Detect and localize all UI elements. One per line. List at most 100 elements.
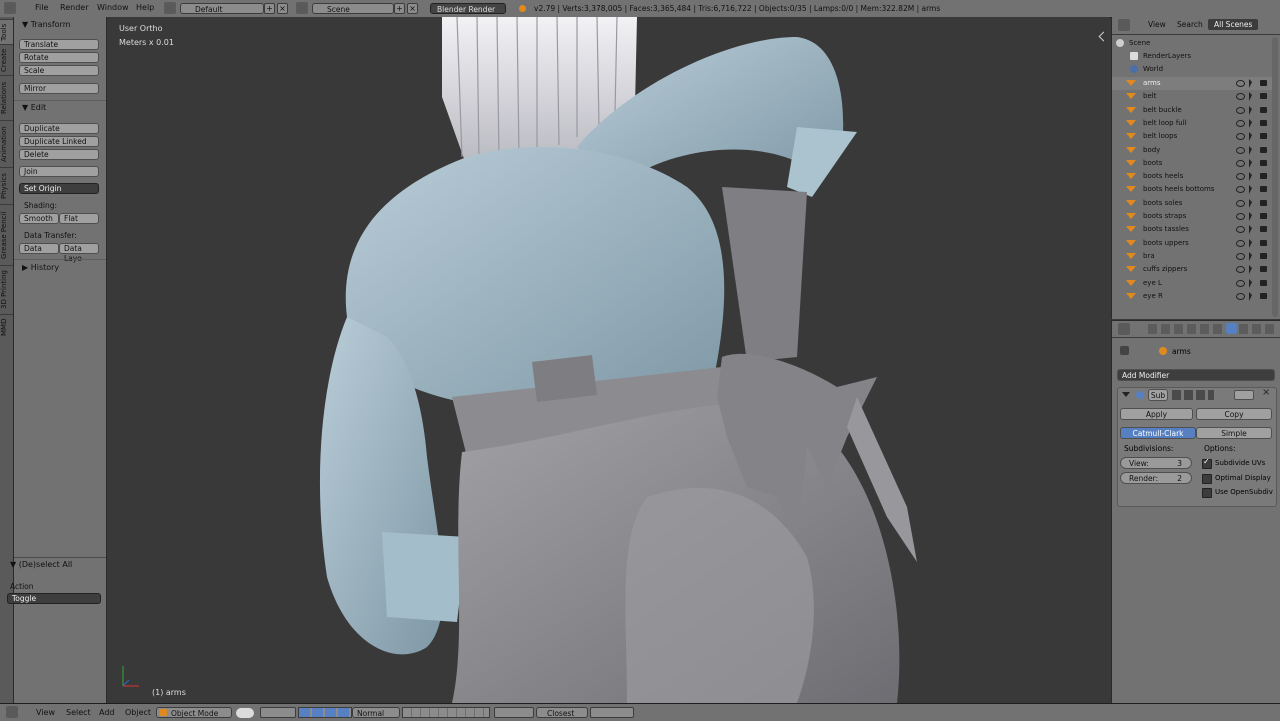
outliner-object-row[interactable]: boots straps xyxy=(1112,210,1272,223)
scene-field[interactable]: Scene xyxy=(312,3,394,14)
join-button[interactable]: Join xyxy=(19,166,99,177)
deselect-all-header[interactable]: ▼ (De)select All xyxy=(10,560,72,569)
screen-layout-icon[interactable] xyxy=(164,2,176,14)
menu-render[interactable]: Render xyxy=(60,3,88,12)
outliner-object-row[interactable]: eye R xyxy=(1112,290,1272,303)
snap-target-select[interactable]: Closest xyxy=(536,707,588,718)
outliner-object-row[interactable]: belt xyxy=(1112,90,1272,103)
scale-button[interactable]: Scale xyxy=(19,65,99,76)
remove-modifier-icon[interactable]: × xyxy=(1262,387,1270,398)
selectability-cursor-icon[interactable] xyxy=(1249,291,1252,301)
visibility-eye-icon[interactable] xyxy=(1236,106,1245,114)
subdivide-uvs-checkbox[interactable]: ✓ xyxy=(1202,457,1212,469)
history-header[interactable]: ▶ History xyxy=(22,263,59,272)
outliner-scrollbar[interactable] xyxy=(1272,37,1278,317)
selectability-cursor-icon[interactable] xyxy=(1249,251,1252,261)
info-editor-icon[interactable] xyxy=(4,2,16,14)
render-camera-icon[interactable] xyxy=(1260,279,1267,286)
transform-header[interactable]: ▼ Transform xyxy=(22,20,71,29)
tab-physics[interactable]: Physics xyxy=(0,167,13,204)
layout-field[interactable]: Default xyxy=(180,3,264,14)
render-camera-icon[interactable] xyxy=(1260,93,1267,100)
outliner-object-row[interactable]: bra xyxy=(1112,250,1272,263)
duplicate-button[interactable]: Duplicate xyxy=(19,123,99,134)
interaction-mode-select[interactable]: Object Mode xyxy=(156,707,232,718)
view-levels-field[interactable]: View: 3 xyxy=(1120,457,1192,469)
selectability-cursor-icon[interactable] xyxy=(1249,145,1252,155)
collapse-icon[interactable] xyxy=(1122,392,1130,397)
outliner-world-row[interactable]: World xyxy=(1112,63,1272,76)
render-camera-icon[interactable] xyxy=(1260,199,1267,206)
tab-3d-printing[interactable]: 3D Printing xyxy=(0,265,13,314)
move-modifier-buttons[interactable] xyxy=(1234,390,1254,400)
outliner-object-row[interactable]: boots uppers xyxy=(1112,237,1272,250)
selectability-cursor-icon[interactable] xyxy=(1249,105,1252,115)
menu-window[interactable]: Window xyxy=(97,3,129,12)
simple-option[interactable]: Simple xyxy=(1196,427,1272,439)
selectability-cursor-icon[interactable] xyxy=(1249,172,1252,182)
modifier-tab-icon[interactable] xyxy=(1226,323,1237,334)
render-camera-icon[interactable] xyxy=(1260,226,1267,233)
add-modifier-select[interactable]: Add Modifier xyxy=(1117,369,1275,381)
visibility-eye-icon[interactable] xyxy=(1236,279,1245,287)
selectability-cursor-icon[interactable] xyxy=(1249,132,1252,142)
selectability-cursor-icon[interactable] xyxy=(1249,118,1252,128)
selectability-cursor-icon[interactable] xyxy=(1249,212,1252,221)
scene-icon[interactable] xyxy=(296,2,308,14)
3d-viewport[interactable]: User Ortho Meters x 0.01 (1) arms xyxy=(107,17,1110,703)
visibility-eye-icon[interactable] xyxy=(1236,292,1245,300)
outliner-object-row[interactable]: boots heels xyxy=(1112,170,1272,183)
character-model-render[interactable] xyxy=(107,17,1110,703)
selectability-cursor-icon[interactable] xyxy=(1249,225,1252,235)
render-camera-icon[interactable] xyxy=(1260,213,1267,219)
use-opensubdiv-checkbox[interactable] xyxy=(1202,488,1212,498)
selectability-cursor-icon[interactable] xyxy=(1249,198,1252,208)
outliner-renderlayers-row[interactable]: RenderLayers xyxy=(1112,50,1272,63)
render-buttons[interactable] xyxy=(590,707,634,718)
visibility-eye-icon[interactable] xyxy=(1236,119,1245,127)
menu-select[interactable]: Select xyxy=(66,708,91,717)
menu-help[interactable]: Help xyxy=(136,3,154,12)
visibility-eye-icon[interactable] xyxy=(1236,159,1245,167)
tab-create[interactable]: Create xyxy=(0,44,13,75)
outliner-object-row[interactable]: eye L xyxy=(1112,277,1272,290)
render-camera-icon[interactable] xyxy=(1260,106,1267,113)
visibility-eye-icon[interactable] xyxy=(1236,133,1245,141)
tab-tools[interactable]: Tools xyxy=(0,19,13,44)
selectability-cursor-icon[interactable] xyxy=(1249,158,1252,168)
selectability-cursor-icon[interactable] xyxy=(1249,238,1252,248)
selectability-cursor-icon[interactable] xyxy=(1249,92,1252,102)
remove-scene-button[interactable]: × xyxy=(407,3,418,14)
render-camera-icon[interactable] xyxy=(1260,146,1267,153)
transform-orientation-select[interactable]: Normal xyxy=(352,707,400,718)
menu-add[interactable]: Add xyxy=(99,708,115,717)
smooth-button[interactable]: Smooth xyxy=(19,213,59,224)
render-camera-icon[interactable] xyxy=(1260,292,1267,299)
copy-button[interactable]: Copy xyxy=(1196,408,1272,420)
layer-buttons[interactable] xyxy=(402,707,490,718)
selectability-cursor-icon[interactable] xyxy=(1249,265,1252,275)
render-camera-icon[interactable] xyxy=(1260,173,1267,180)
flat-button[interactable]: Flat xyxy=(59,213,99,224)
tab-mmd[interactable]: MMD xyxy=(0,314,13,339)
visibility-eye-icon[interactable] xyxy=(1236,199,1245,207)
visibility-eye-icon[interactable] xyxy=(1236,173,1245,181)
editor-type-icon[interactable] xyxy=(6,706,18,718)
menu-file[interactable]: File xyxy=(35,3,48,12)
outliner-object-row[interactable]: body xyxy=(1112,144,1272,157)
outliner-search-menu[interactable]: Search xyxy=(1177,20,1203,29)
outliner-object-row[interactable]: belt loop full xyxy=(1112,117,1272,130)
outliner-object-row[interactable]: boots soles xyxy=(1112,197,1272,210)
visibility-eye-icon[interactable] xyxy=(1236,80,1245,87)
selectability-cursor-icon[interactable] xyxy=(1249,79,1252,88)
render-engine-select[interactable]: Blender Render xyxy=(430,3,506,14)
render-camera-icon[interactable] xyxy=(1260,119,1267,126)
render-camera-icon[interactable] xyxy=(1260,133,1267,140)
visibility-eye-icon[interactable] xyxy=(1236,266,1245,274)
selectability-cursor-icon[interactable] xyxy=(1249,278,1252,288)
tab-grease-pencil[interactable]: Grease Pencil xyxy=(0,204,13,265)
visibility-eye-icon[interactable] xyxy=(1236,213,1245,220)
visibility-eye-icon[interactable] xyxy=(1236,93,1245,101)
tab-animation[interactable]: Animation xyxy=(0,120,13,167)
visibility-eye-icon[interactable] xyxy=(1236,226,1245,234)
